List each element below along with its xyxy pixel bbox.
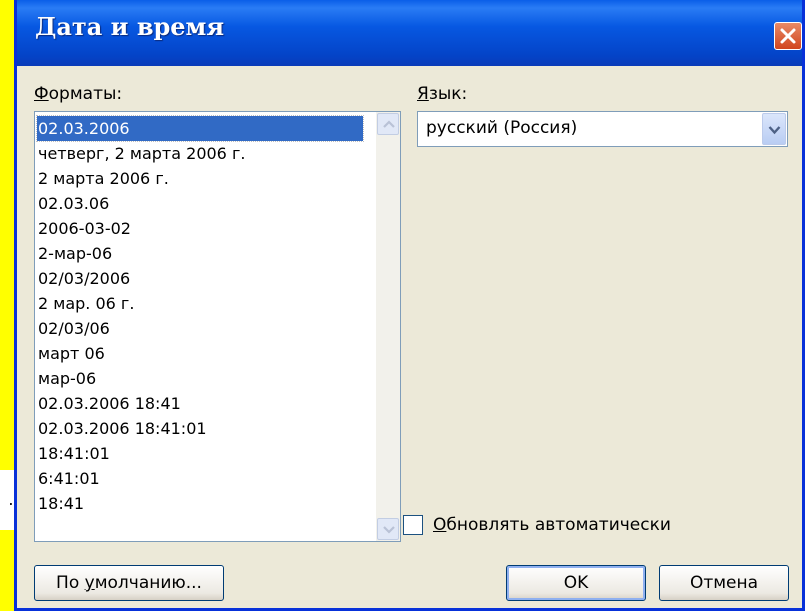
list-item[interactable]: 18:41 xyxy=(37,491,374,516)
formats-scrollbar[interactable] xyxy=(376,112,400,541)
formats-label: Форматы: xyxy=(34,84,123,104)
auto-update-label[interactable]: Обновлять автоматически xyxy=(433,515,671,535)
list-item[interactable]: 02.03.06 xyxy=(37,191,374,216)
list-item[interactable]: 2 марта 2006 г. xyxy=(37,166,374,191)
formats-list: 02.03.2006 четверг, 2 марта 2006 г. 2 март… xyxy=(36,115,374,516)
list-item[interactable]: 18:41:01 xyxy=(37,441,374,466)
list-item[interactable]: 02/03/06 xyxy=(37,316,374,341)
ok-button[interactable]: OK xyxy=(506,565,646,601)
close-button[interactable] xyxy=(774,22,802,50)
dialog-title: Дата и время xyxy=(35,12,225,41)
list-item[interactable]: 02/03/2006 xyxy=(37,266,374,291)
scroll-down-button[interactable] xyxy=(377,518,399,540)
list-item[interactable]: 02.03.2006 xyxy=(36,115,364,142)
language-dropdown-button[interactable] xyxy=(762,113,786,145)
close-x-icon xyxy=(780,28,796,44)
default-button[interactable]: По умолчанию... xyxy=(34,565,224,601)
language-select[interactable]: русский (Россия) xyxy=(417,111,788,147)
date-time-dialog: Дата и время Форматы: 02.03.2006 четверг,… xyxy=(14,0,805,611)
list-item[interactable]: 2-мар-06 xyxy=(37,241,374,266)
language-label: Язык: xyxy=(417,84,468,104)
list-item[interactable]: мар-06 xyxy=(37,366,374,391)
chevron-down-icon xyxy=(383,526,395,534)
formats-listbox[interactable]: 02.03.2006 четверг, 2 марта 2006 г. 2 март… xyxy=(34,111,401,542)
auto-update-checkbox[interactable] xyxy=(403,515,423,535)
list-item[interactable]: четверг, 2 марта 2006 г. xyxy=(37,141,374,166)
list-item[interactable]: 2006-03-02 xyxy=(37,216,374,241)
list-item[interactable]: 02.03.2006 18:41:01 xyxy=(37,416,374,441)
cancel-button[interactable]: Отмена xyxy=(659,565,789,601)
chevron-down-icon xyxy=(768,126,781,135)
chevron-up-icon xyxy=(383,120,395,128)
title-bar: Дата и время xyxy=(17,0,802,66)
list-item[interactable]: 6:41:01 xyxy=(37,466,374,491)
scroll-up-button[interactable] xyxy=(377,113,399,135)
list-item[interactable]: март 06 xyxy=(37,341,374,366)
list-item[interactable]: 02.03.2006 18:41 xyxy=(37,391,374,416)
language-value: русский (Россия) xyxy=(426,118,578,138)
list-item[interactable]: 2 мар. 06 г. xyxy=(37,291,374,316)
